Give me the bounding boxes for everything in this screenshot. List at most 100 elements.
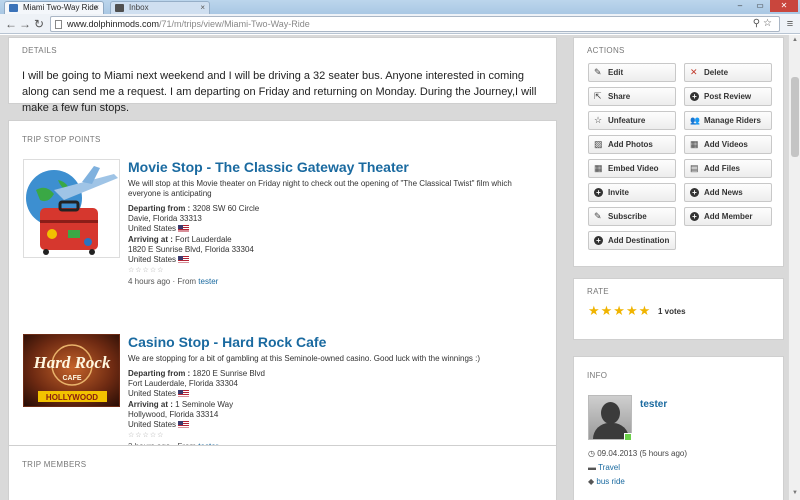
- edit-button[interactable]: ✎ Edit: [588, 63, 676, 82]
- edit-icon: ✎: [594, 67, 602, 77]
- tag-link[interactable]: ◆ bus ride: [588, 477, 625, 486]
- created-date: ◷ 09.04.2013 (5 hours ago): [588, 449, 688, 458]
- tab-label: Miami Two-Way Ride: [23, 3, 99, 12]
- mail-favicon-icon: [115, 4, 124, 12]
- arriving-address: Arriving at : Fort Lauderdale 1820 E Sun…: [128, 235, 254, 264]
- share-icon: ⇱: [594, 91, 602, 101]
- unfeature-button[interactable]: ☆ Unfeature: [588, 111, 676, 130]
- delete-icon: ✕: [690, 67, 698, 77]
- add-news-button[interactable]: + Add News: [684, 183, 772, 202]
- details-card: DETAILS I will be going to Miami next we…: [8, 37, 557, 114]
- photo-icon: ▨: [594, 139, 603, 149]
- rating-stars[interactable]: ★★★★★: [588, 303, 651, 319]
- star-outline-icon: ☆: [594, 115, 603, 125]
- stop-title-link[interactable]: Movie Stop - The Classic Gateway Theater: [128, 159, 538, 175]
- plus-circle-icon: +: [594, 188, 603, 197]
- plus-circle-icon: +: [690, 212, 699, 221]
- us-flag-icon: [178, 390, 190, 397]
- arriving-address: Arriving at : 1 Seminole Way Hollywood, …: [128, 400, 234, 429]
- us-flag-icon: [178, 256, 190, 263]
- trip-stops-card: TRIP STOP POINTS Movie Stop - The Classi…: [8, 120, 557, 460]
- browser-tab-trip[interactable]: Miami Two-Way Ride ×: [4, 1, 104, 14]
- tab-label: Inbox: [129, 3, 149, 12]
- tab-close-icon[interactable]: ×: [200, 2, 205, 14]
- post-review-button[interactable]: + Post Review: [684, 87, 772, 106]
- forward-arrow-icon[interactable]: →: [18, 16, 32, 32]
- us-flag-icon: [178, 421, 190, 428]
- suitcase-airplane-image[interactable]: [23, 159, 120, 258]
- add-files-button[interactable]: ▤ Add Files: [684, 159, 772, 178]
- departing-address: Departing from : 3208 SW 60 Circle Davie…: [128, 204, 260, 233]
- folder-icon: ▬: [588, 463, 599, 472]
- scroll-thumb[interactable]: [791, 77, 799, 157]
- delete-button[interactable]: ✕ Delete: [684, 63, 772, 82]
- address-bar[interactable]: www.dolphinmods.com/71/m/trips/view/Miam…: [50, 16, 780, 32]
- invite-button[interactable]: + Invite: [588, 183, 676, 202]
- plus-circle-icon: +: [594, 236, 603, 245]
- page-scrollbar[interactable]: ▲ ▼: [788, 35, 800, 500]
- vote-count: 1 votes: [658, 307, 686, 316]
- stop-title-link[interactable]: Casino Stop - Hard Rock Cafe: [128, 334, 538, 350]
- trip-stop-details: Casino Stop - Hard Rock Cafe We are stop…: [128, 334, 538, 451]
- minimize-icon[interactable]: –: [730, 0, 750, 12]
- film-icon: ▦: [594, 163, 603, 173]
- actions-card: ACTIONS ✎ Edit ✕ Delete ⇱ Share + Post Revie…: [573, 37, 784, 267]
- window-close-icon[interactable]: ✕: [770, 0, 798, 12]
- manage-riders-button[interactable]: 👥 Manage Riders: [684, 111, 772, 130]
- reload-icon[interactable]: ↻: [32, 16, 46, 32]
- tag-icon: ✎: [594, 211, 602, 221]
- info-heading: INFO: [587, 371, 608, 380]
- actions-heading: ACTIONS: [587, 46, 625, 55]
- tab-close-icon[interactable]: ×: [94, 2, 99, 14]
- share-button[interactable]: ⇱ Share: [588, 87, 676, 106]
- url-text: www.dolphinmods.com/71/m/trips/view/Miam…: [67, 19, 310, 29]
- logo-text: CAFE: [62, 375, 81, 382]
- plus-circle-icon: +: [690, 92, 699, 101]
- subscribe-button[interactable]: ✎ Subscribe: [588, 207, 676, 226]
- maximize-icon[interactable]: ▭: [750, 0, 770, 12]
- trip-members-heading: TRIP MEMBERS: [22, 460, 87, 469]
- browser-tab-strip: Miami Two-Way Ride × Inbox × – ▭ ✕: [0, 0, 800, 14]
- hard-rock-logo-image[interactable]: Hard Rock CAFE HOLLYWOOD: [23, 334, 120, 407]
- stop-rating-stars[interactable]: ☆☆☆☆☆: [128, 266, 538, 274]
- rate-heading: RATE: [587, 287, 609, 296]
- author-link[interactable]: tester: [198, 277, 218, 286]
- stop-rating-stars[interactable]: ☆☆☆☆☆: [128, 431, 538, 439]
- info-card: INFO tester ◷ 09.04.2013 (5 hours ago) ▬…: [573, 356, 784, 500]
- zoom-bookmark-icons[interactable]: ⚲☆: [753, 17, 775, 31]
- browser-tab-inbox[interactable]: Inbox ×: [110, 1, 210, 14]
- clock-icon: ◷: [588, 449, 598, 458]
- rate-card: RATE ★★★★★ 1 votes: [573, 278, 784, 340]
- add-destination-button[interactable]: + Add Destination: [588, 231, 676, 250]
- stop-meta: 4 hours ago · From tester: [128, 277, 219, 286]
- browser-menu-icon[interactable]: ≡: [784, 17, 796, 31]
- browser-toolbar: ← → ↻ www.dolphinmods.com/71/m/trips/vie…: [0, 14, 800, 34]
- stop-description: We are stopping for a bit of gambling at…: [128, 354, 481, 363]
- users-icon: 👥: [690, 116, 700, 125]
- details-heading: DETAILS: [22, 46, 57, 55]
- trip-members-card: TRIP MEMBERS: [8, 445, 557, 500]
- details-text: I will be going to Miami next weekend an…: [22, 70, 537, 114]
- add-videos-button[interactable]: ▦ Add Videos: [684, 135, 772, 154]
- file-icon: ▤: [690, 163, 699, 173]
- add-photos-button[interactable]: ▨ Add Photos: [588, 135, 676, 154]
- site-favicon-icon: [9, 4, 18, 12]
- logo-text: HOLLYWOOD: [46, 393, 98, 402]
- page-content: DETAILS I will be going to Miami next we…: [0, 35, 788, 500]
- logo-text: Hard Rock: [33, 353, 111, 372]
- departing-address: Departing from : 1820 E Sunrise Blvd For…: [128, 369, 265, 398]
- embed-video-button[interactable]: ▦ Embed Video: [588, 159, 676, 178]
- scroll-up-icon[interactable]: ▲: [791, 37, 799, 43]
- trip-stops-heading: TRIP STOP POINTS: [22, 135, 101, 144]
- scroll-down-icon[interactable]: ▼: [791, 490, 799, 496]
- owner-name-link[interactable]: tester: [640, 399, 667, 410]
- trip-stop-details: Movie Stop - The Classic Gateway Theater…: [128, 159, 538, 286]
- online-status-icon: [624, 433, 632, 441]
- window-controls: – ▭ ✕: [730, 0, 798, 12]
- category-link[interactable]: ▬ Travel: [588, 463, 620, 472]
- plus-circle-icon: +: [690, 188, 699, 197]
- back-arrow-icon[interactable]: ←: [4, 16, 18, 32]
- film-icon: ▦: [690, 139, 699, 149]
- page-icon: [55, 20, 62, 29]
- add-member-button[interactable]: + Add Member: [684, 207, 772, 226]
